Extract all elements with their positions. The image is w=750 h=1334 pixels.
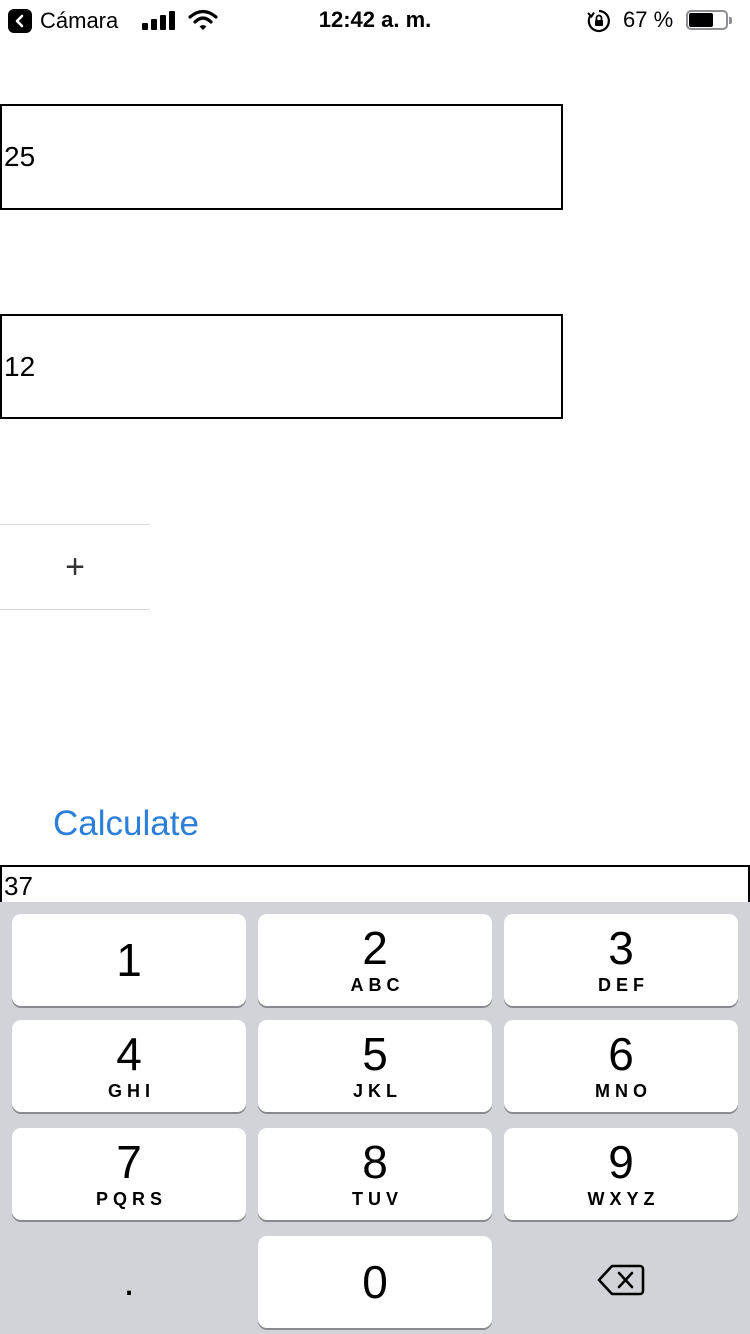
status-bar: Cámara 12:42 a. m. 67 % xyxy=(0,0,750,40)
key-6[interactable]: 6 MNO xyxy=(504,1020,738,1112)
battery-level-fill xyxy=(689,13,713,27)
key-8[interactable]: 8 TUV xyxy=(258,1128,492,1220)
key-3[interactable]: 3 DEF xyxy=(504,914,738,1006)
key-digit: 4 xyxy=(116,1028,142,1080)
key-7[interactable]: 7 PQRS xyxy=(12,1128,246,1220)
calculate-button[interactable]: Calculate xyxy=(53,800,199,848)
key-digit: 1 xyxy=(116,934,142,986)
rotation-lock-icon xyxy=(586,8,612,39)
key-digit: 9 xyxy=(608,1136,634,1188)
second-number-input[interactable]: 12 xyxy=(0,314,563,419)
key-letters: TUV xyxy=(352,1189,403,1209)
key-digit: 6 xyxy=(608,1028,634,1080)
key-decimal[interactable]: . xyxy=(12,1236,246,1328)
key-letters: PQRS xyxy=(95,1189,167,1209)
battery-icon xyxy=(686,10,732,30)
key-1[interactable]: 1 xyxy=(12,914,246,1006)
result-field[interactable]: 37 xyxy=(0,865,750,905)
key-9[interactable]: 9 WXYZ xyxy=(504,1128,738,1220)
key-digit: 8 xyxy=(362,1136,388,1188)
key-letters: JKL xyxy=(352,1081,402,1101)
operator-picker[interactable]: + xyxy=(0,524,150,610)
key-digit: 7 xyxy=(116,1136,142,1188)
key-5[interactable]: 5 JKL xyxy=(258,1020,492,1112)
numeric-keypad: 1 2 ABC 3 DEF 4 GHI 5 JKL 6 MNO 7 PQRS 8… xyxy=(0,902,750,1334)
key-letters: DEF xyxy=(598,975,649,995)
key-4[interactable]: 4 GHI xyxy=(12,1020,246,1112)
key-digit: 0 xyxy=(362,1256,388,1308)
key-digit: 2 xyxy=(362,922,388,974)
delete-key[interactable] xyxy=(504,1236,738,1328)
key-letters: ABC xyxy=(350,975,405,995)
battery-percentage: 67 % xyxy=(623,7,674,32)
key-letters: MNO xyxy=(595,1081,652,1101)
key-letters: WXYZ xyxy=(587,1189,660,1209)
key-decimal-label: . xyxy=(123,1260,135,1304)
key-digit: 3 xyxy=(608,922,634,974)
key-letters: GHI xyxy=(107,1081,155,1101)
key-digit: 5 xyxy=(362,1028,388,1080)
key-2[interactable]: 2 ABC xyxy=(258,914,492,1006)
backspace-icon xyxy=(597,1263,645,1302)
first-number-input[interactable]: 25 xyxy=(0,104,563,210)
key-0[interactable]: 0 xyxy=(258,1236,492,1328)
